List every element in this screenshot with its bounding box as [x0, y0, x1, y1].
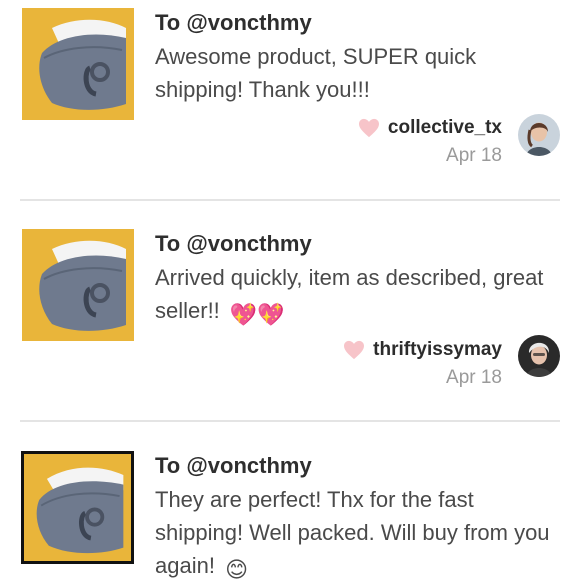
sparkling-heart-emoji: 💖💖	[229, 302, 285, 327]
recipient-label: To @voncthmy	[155, 231, 312, 256]
face-mask-image	[22, 229, 134, 341]
product-thumbnail[interactable]	[22, 229, 134, 341]
recipient-label: To @voncthmy	[155, 453, 312, 478]
review-comment-text: Awesome product, SUPER quick shipping! T…	[155, 44, 477, 102]
reviewer-line: thriftyissymay	[343, 336, 502, 364]
product-thumbnail[interactable]	[22, 8, 134, 120]
heart-icon	[358, 118, 379, 138]
reviewer-avatar[interactable]	[518, 114, 560, 156]
avatar-icon	[518, 335, 560, 377]
reviewer-avatar[interactable]	[518, 335, 560, 377]
review-item: To @voncthmy Arrived quickly, item as de…	[0, 201, 580, 421]
face-mask-image	[22, 8, 134, 120]
avatar-icon	[518, 114, 560, 156]
review-comment-text: They are perfect! Thx for the fast shipp…	[155, 487, 550, 578]
review-comment: They are perfect! Thx for the fast shipp…	[155, 483, 555, 586]
review-item: To @voncthmy They are perfect! Thx for t…	[0, 422, 580, 582]
review-comment-text: Arrived quickly, item as described, grea…	[155, 265, 544, 323]
review-comment: Arrived quickly, item as described, grea…	[155, 261, 555, 331]
reviewer-line: collective_tx	[358, 114, 502, 142]
recipient-label: To @voncthmy	[155, 10, 312, 35]
smiling-face-emoji: 😊	[225, 557, 249, 582]
review-date: Apr 18	[446, 367, 502, 388]
review-comment: Awesome product, SUPER quick shipping! T…	[155, 40, 555, 106]
product-thumbnail[interactable]	[21, 451, 134, 564]
reviewer-username[interactable]: thriftyissymay	[373, 339, 502, 361]
reviewer-username[interactable]: collective_tx	[388, 117, 502, 139]
review-item: To @voncthmy Awesome product, SUPER quic…	[0, 0, 580, 200]
review-date: Apr 18	[446, 145, 502, 166]
face-mask-image	[24, 454, 131, 561]
heart-icon	[344, 340, 365, 360]
